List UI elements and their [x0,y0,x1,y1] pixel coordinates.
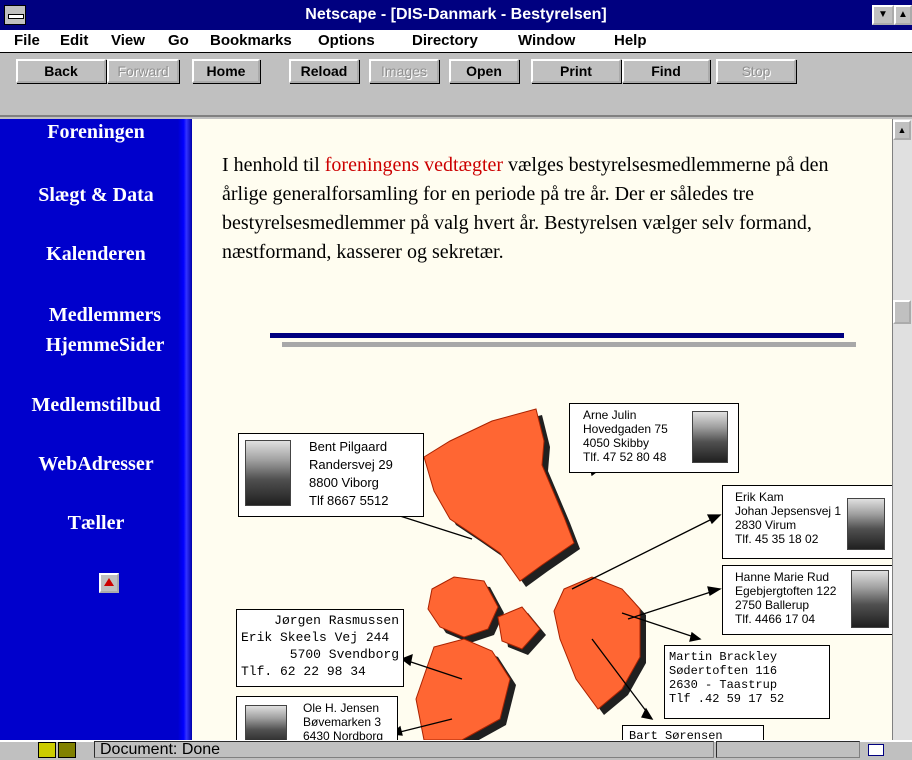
menu-help[interactable]: Help [614,30,647,52]
member-box-arne: Arne Julin Hovedgaden 75 4050 Skibby Tlf… [569,403,739,473]
up-arrow-icon[interactable] [99,573,119,593]
nav-webadresser[interactable]: WebAdresser [10,450,182,478]
security-key-icon [38,742,56,758]
member-street: Hovedgaden 75 [583,422,668,436]
menu-view[interactable]: View [111,30,145,52]
member-name: Hanne Marie Rud [735,570,830,584]
nav-taeller[interactable]: Tæller [10,509,182,537]
member-city: 8800 Viborg [309,475,379,490]
member-city: 5700 Svendborg [289,647,399,662]
stop-button[interactable]: Stop [716,59,796,83]
member-city: 2630 - Taastrup [669,678,778,692]
menu-go[interactable]: Go [168,30,189,52]
member-box-ole: Ole H. Jensen Bøvemarken 3 6430 Nordborg [236,696,398,740]
forward-button[interactable]: Forward [107,59,179,83]
member-street: Egebjergtoften 122 [735,584,837,598]
sidebar-edge [178,119,192,740]
member-photo [245,705,287,740]
scrollbar-thumb[interactable] [893,300,911,324]
member-phone: Tlf. 45 35 18 02 [735,532,819,546]
member-name: Bart Sørensen [629,729,723,740]
member-city: 2830 Virum [735,518,797,532]
menu-options[interactable]: Options [318,30,375,52]
member-phone: Tlf .42 59 17 52 [669,692,785,706]
member-box-bent: Bent Pilgaard Randersvej 29 8800 Viborg … [238,433,424,517]
vertical-scrollbar[interactable] [892,119,912,740]
member-box-hanne: Hanne Marie Rud Egebjergtoften 122 2750 … [722,565,892,635]
window-title: Netscape - [DIS-Danmark - Bestyrelsen] [305,6,607,23]
member-name: Martin Brackley [669,650,778,664]
print-button[interactable]: Print [531,59,621,83]
sidebar [0,119,192,740]
member-photo [692,411,728,463]
member-photo [851,570,889,628]
maximize-icon[interactable]: ▲ [894,5,912,25]
content-area: I henhold til foreningens vedtægter vælg… [192,119,892,740]
member-street: Bøvemarken 3 [303,715,382,729]
member-box-martin: Martin Brackley Sødertoften 116 2630 - T… [664,645,830,719]
menu-file[interactable]: File [14,30,40,52]
member-name: Jørgen Rasmussen [274,613,399,628]
nav-slaegt-data[interactable]: Slægt & Data [10,181,182,209]
menu-window[interactable]: Window [518,30,575,52]
minimize-icon[interactable]: ▼ [872,5,894,25]
menu-edit[interactable]: Edit [60,30,88,52]
reload-button[interactable]: Reload [289,59,359,83]
member-photo [245,440,291,506]
progress-field [716,741,860,758]
member-street: Erik Skeels Vej 244 [241,630,390,645]
menu-directory[interactable]: Directory [412,30,478,52]
member-name: Arne Julin [583,408,637,422]
member-box-bart: Bart Sørensen [622,725,764,740]
scroll-up-icon[interactable]: ▲ [893,120,911,140]
menu-bookmarks[interactable]: Bookmarks [210,30,292,52]
member-phone: Tlf. 4466 17 04 [735,612,816,626]
member-city: 4050 Skibby [583,436,650,450]
menu-bar: File Edit View Go Bookmarks Options Dire… [0,30,912,53]
toolbar: Back Forward Home Reload Images Open Pri… [0,53,912,117]
connection-icon [58,742,76,758]
member-phone: Tlf 8667 5512 [309,493,389,508]
mail-icon[interactable] [868,744,884,756]
member-street: Sødertoften 116 [669,664,778,678]
find-button[interactable]: Find [622,59,710,83]
member-phone: Tlf. 62 22 98 34 [241,664,366,679]
nav-kalenderen[interactable]: Kalenderen [10,240,182,268]
member-street: Johan Jepsensvej 1 [735,504,842,518]
nav-medlemmers-hjemmesider[interactable]: Medlemmers HjemmeSider [30,300,180,360]
images-button[interactable]: Images [369,59,439,83]
home-button[interactable]: Home [192,59,260,83]
member-box-jorgen: Jørgen Rasmussen Erik Skeels Vej 244 570… [236,609,404,687]
member-photo [847,498,885,550]
nav-foreningen[interactable]: Foreningen [10,120,182,144]
open-button[interactable]: Open [449,59,519,83]
nav-medlemstilbud[interactable]: Medlemstilbud [10,391,182,419]
status-text: Document: Done [100,741,221,758]
member-name: Erik Kam [735,490,784,504]
member-box-erik: Erik Kam Johan Jepsensvej 1 2830 Virum T… [722,485,892,559]
member-name: Ole H. Jensen [303,701,380,715]
member-city: 2750 Ballerup [735,598,810,612]
back-button[interactable]: Back [16,59,106,83]
member-phone: Tlf. 47 52 80 48 [583,450,667,464]
member-street: Randersvej 29 [309,457,393,472]
member-name: Bent Pilgaard [309,439,388,454]
member-city: 6430 Nordborg [303,729,384,740]
